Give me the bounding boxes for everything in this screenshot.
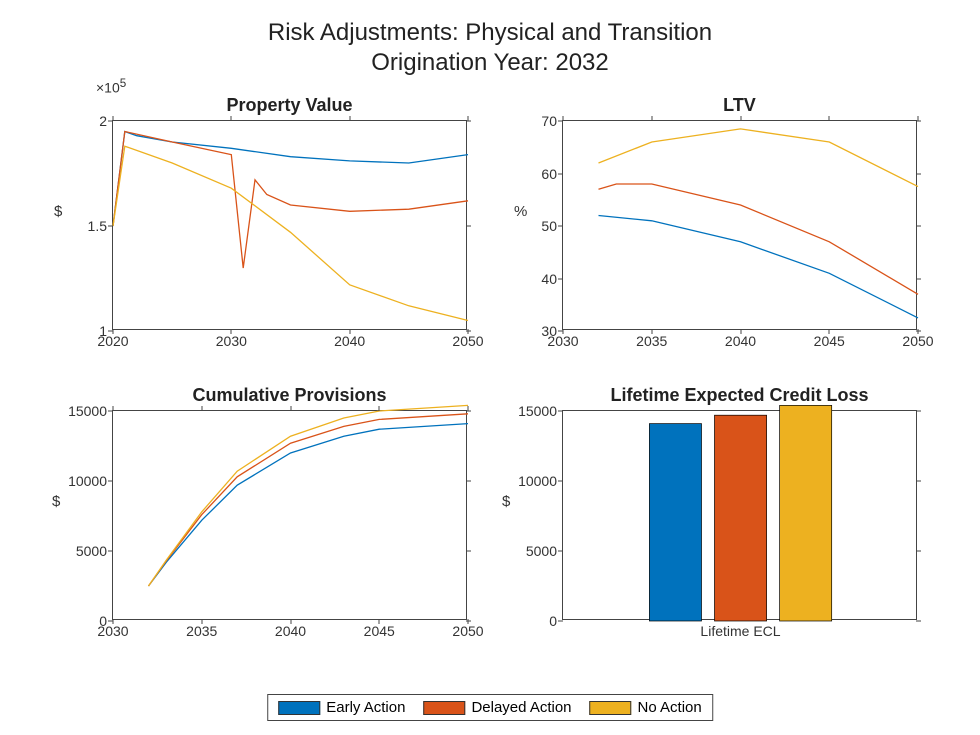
chart-box-property-value: 202020302040205011.52 xyxy=(112,120,467,330)
plot-svg xyxy=(563,411,918,621)
y-axis-label: % xyxy=(514,203,527,220)
legend-swatch xyxy=(423,701,465,715)
legend-item-no-action: No Action xyxy=(590,699,702,716)
x-tick: 2035 xyxy=(636,333,667,349)
chart-box-cumprov: 20302035204020452050050001000015000 xyxy=(112,410,467,620)
chart-title-ltv: LTV xyxy=(562,95,917,116)
chart-title-cumprov: Cumulative Provisions xyxy=(112,385,467,406)
y-tick: 10000 xyxy=(518,473,557,489)
y-tick: 1.5 xyxy=(88,218,107,234)
plot-svg xyxy=(113,411,468,621)
bar xyxy=(649,424,701,621)
title-line-1: Risk Adjustments: Physical and Transitio… xyxy=(268,19,712,46)
panel-ltv: LTV 203020352040204520503040506070 % xyxy=(562,95,917,330)
y-tick: 10000 xyxy=(68,473,107,489)
x-tick: Lifetime ECL xyxy=(700,623,780,639)
y-tick: 1 xyxy=(99,323,107,339)
title-line-2: Origination Year: 2032 xyxy=(371,49,609,76)
series-line xyxy=(599,216,919,318)
series-line xyxy=(599,129,919,187)
series-line xyxy=(149,405,469,586)
x-tick: 2050 xyxy=(452,623,483,639)
y-axis-label: $ xyxy=(52,493,60,510)
y-tick: 40 xyxy=(541,271,557,287)
legend-item-delayed-action: Delayed Action xyxy=(423,699,571,716)
y-tick: 30 xyxy=(541,323,557,339)
series-line xyxy=(149,424,469,586)
series-line xyxy=(599,184,919,294)
x-tick: 2040 xyxy=(334,333,365,349)
chart-box-ecl: 050001000015000Lifetime ECL xyxy=(562,410,917,620)
series-line xyxy=(149,414,469,586)
series-line xyxy=(113,132,468,269)
bar xyxy=(715,415,767,621)
panel-cumulative-provisions: Cumulative Provisions 203020352040204520… xyxy=(112,385,467,620)
y-axis-label: $ xyxy=(54,203,62,220)
x-tick: 2035 xyxy=(186,623,217,639)
bar xyxy=(780,405,832,621)
y-tick: 60 xyxy=(541,166,557,182)
legend-label: Delayed Action xyxy=(471,699,571,716)
x-tick: 2030 xyxy=(216,333,247,349)
x-tick: 2040 xyxy=(725,333,756,349)
y-exponent: ×105 xyxy=(96,77,126,96)
y-tick: 50 xyxy=(541,218,557,234)
y-tick: 5000 xyxy=(76,543,107,559)
x-tick: 2045 xyxy=(364,623,395,639)
x-tick: 2045 xyxy=(814,333,845,349)
panel-property-value: Property Value ×105 202020302040205011.5… xyxy=(112,95,467,330)
y-axis-label: $ xyxy=(502,493,510,510)
legend-swatch xyxy=(590,701,632,715)
x-tick: 2050 xyxy=(452,333,483,349)
legend-label: Early Action xyxy=(326,699,405,716)
y-tick: 15000 xyxy=(518,403,557,419)
page-title: Risk Adjustments: Physical and Transitio… xyxy=(0,0,980,78)
legend-label: No Action xyxy=(638,699,702,716)
series-line xyxy=(113,132,468,227)
chart-title-ecl: Lifetime Expected Credit Loss xyxy=(562,385,917,406)
y-tick: 0 xyxy=(99,613,107,629)
plot-svg xyxy=(563,121,918,331)
panel-lifetime-ecl: Lifetime Expected Credit Loss 0500010000… xyxy=(562,385,917,620)
series-line xyxy=(113,146,468,320)
plot-svg xyxy=(113,121,468,331)
x-tick: 2050 xyxy=(902,333,933,349)
legend: Early Action Delayed Action No Action xyxy=(267,694,713,721)
y-tick: 0 xyxy=(549,613,557,629)
y-tick: 15000 xyxy=(68,403,107,419)
legend-swatch xyxy=(278,701,320,715)
chart-grid: Property Value ×105 202020302040205011.5… xyxy=(0,95,980,655)
x-tick: 2040 xyxy=(275,623,306,639)
legend-item-early-action: Early Action xyxy=(278,699,405,716)
y-tick: 2 xyxy=(99,113,107,129)
y-tick: 70 xyxy=(541,113,557,129)
chart-title-property-value: Property Value xyxy=(112,95,467,116)
y-tick: 5000 xyxy=(526,543,557,559)
chart-box-ltv: 203020352040204520503040506070 xyxy=(562,120,917,330)
